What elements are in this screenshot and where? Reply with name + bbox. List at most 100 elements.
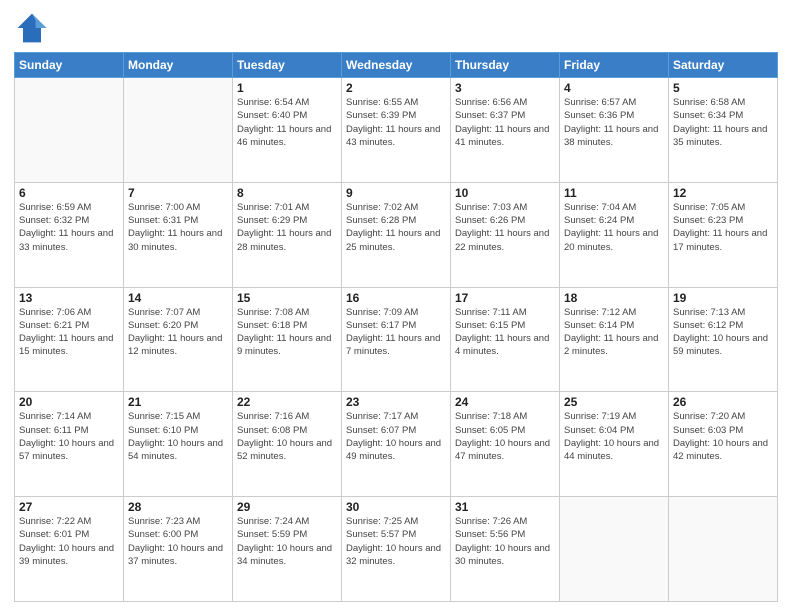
page: SundayMondayTuesdayWednesdayThursdayFrid… <box>0 0 792 612</box>
day-number: 8 <box>237 186 337 200</box>
day-number: 14 <box>128 291 228 305</box>
day-info: Sunrise: 7:00 AM Sunset: 6:31 PM Dayligh… <box>128 201 228 254</box>
calendar-week-row: 6Sunrise: 6:59 AM Sunset: 6:32 PM Daylig… <box>15 182 778 287</box>
calendar-day-cell: 4Sunrise: 6:57 AM Sunset: 6:36 PM Daylig… <box>560 78 669 183</box>
day-number: 13 <box>19 291 119 305</box>
calendar-day-header: Tuesday <box>233 53 342 78</box>
day-info: Sunrise: 7:23 AM Sunset: 6:00 PM Dayligh… <box>128 515 228 568</box>
day-number: 4 <box>564 81 664 95</box>
day-info: Sunrise: 7:04 AM Sunset: 6:24 PM Dayligh… <box>564 201 664 254</box>
day-number: 17 <box>455 291 555 305</box>
calendar-day-header: Sunday <box>15 53 124 78</box>
day-number: 9 <box>346 186 446 200</box>
calendar-day-cell: 16Sunrise: 7:09 AM Sunset: 6:17 PM Dayli… <box>342 287 451 392</box>
day-info: Sunrise: 7:07 AM Sunset: 6:20 PM Dayligh… <box>128 306 228 359</box>
calendar-day-cell: 5Sunrise: 6:58 AM Sunset: 6:34 PM Daylig… <box>669 78 778 183</box>
calendar-day-header: Wednesday <box>342 53 451 78</box>
calendar-day-header: Saturday <box>669 53 778 78</box>
calendar-week-row: 1Sunrise: 6:54 AM Sunset: 6:40 PM Daylig… <box>15 78 778 183</box>
day-number: 25 <box>564 395 664 409</box>
calendar-week-row: 13Sunrise: 7:06 AM Sunset: 6:21 PM Dayli… <box>15 287 778 392</box>
calendar-day-cell: 18Sunrise: 7:12 AM Sunset: 6:14 PM Dayli… <box>560 287 669 392</box>
day-info: Sunrise: 7:16 AM Sunset: 6:08 PM Dayligh… <box>237 410 337 463</box>
day-number: 16 <box>346 291 446 305</box>
day-number: 12 <box>673 186 773 200</box>
calendar-day-cell: 24Sunrise: 7:18 AM Sunset: 6:05 PM Dayli… <box>451 392 560 497</box>
day-number: 29 <box>237 500 337 514</box>
day-info: Sunrise: 6:57 AM Sunset: 6:36 PM Dayligh… <box>564 96 664 149</box>
day-info: Sunrise: 7:24 AM Sunset: 5:59 PM Dayligh… <box>237 515 337 568</box>
calendar-day-cell <box>15 78 124 183</box>
calendar-day-cell: 8Sunrise: 7:01 AM Sunset: 6:29 PM Daylig… <box>233 182 342 287</box>
day-info: Sunrise: 7:17 AM Sunset: 6:07 PM Dayligh… <box>346 410 446 463</box>
calendar-day-header: Friday <box>560 53 669 78</box>
day-number: 15 <box>237 291 337 305</box>
day-number: 5 <box>673 81 773 95</box>
calendar-day-cell: 9Sunrise: 7:02 AM Sunset: 6:28 PM Daylig… <box>342 182 451 287</box>
day-info: Sunrise: 6:58 AM Sunset: 6:34 PM Dayligh… <box>673 96 773 149</box>
logo-icon <box>14 10 50 46</box>
day-number: 1 <box>237 81 337 95</box>
calendar-day-cell: 17Sunrise: 7:11 AM Sunset: 6:15 PM Dayli… <box>451 287 560 392</box>
day-number: 31 <box>455 500 555 514</box>
day-number: 27 <box>19 500 119 514</box>
calendar-day-cell: 3Sunrise: 6:56 AM Sunset: 6:37 PM Daylig… <box>451 78 560 183</box>
calendar-day-cell: 27Sunrise: 7:22 AM Sunset: 6:01 PM Dayli… <box>15 497 124 602</box>
calendar-day-cell: 12Sunrise: 7:05 AM Sunset: 6:23 PM Dayli… <box>669 182 778 287</box>
day-info: Sunrise: 6:54 AM Sunset: 6:40 PM Dayligh… <box>237 96 337 149</box>
calendar-day-cell: 14Sunrise: 7:07 AM Sunset: 6:20 PM Dayli… <box>124 287 233 392</box>
day-number: 23 <box>346 395 446 409</box>
day-info: Sunrise: 7:05 AM Sunset: 6:23 PM Dayligh… <box>673 201 773 254</box>
day-info: Sunrise: 7:20 AM Sunset: 6:03 PM Dayligh… <box>673 410 773 463</box>
calendar-day-cell: 26Sunrise: 7:20 AM Sunset: 6:03 PM Dayli… <box>669 392 778 497</box>
day-number: 6 <box>19 186 119 200</box>
calendar-day-cell: 29Sunrise: 7:24 AM Sunset: 5:59 PM Dayli… <box>233 497 342 602</box>
calendar-day-cell: 2Sunrise: 6:55 AM Sunset: 6:39 PM Daylig… <box>342 78 451 183</box>
calendar-day-cell: 6Sunrise: 6:59 AM Sunset: 6:32 PM Daylig… <box>15 182 124 287</box>
day-info: Sunrise: 7:25 AM Sunset: 5:57 PM Dayligh… <box>346 515 446 568</box>
calendar-day-cell: 28Sunrise: 7:23 AM Sunset: 6:00 PM Dayli… <box>124 497 233 602</box>
calendar-day-cell: 30Sunrise: 7:25 AM Sunset: 5:57 PM Dayli… <box>342 497 451 602</box>
day-number: 10 <box>455 186 555 200</box>
day-info: Sunrise: 6:56 AM Sunset: 6:37 PM Dayligh… <box>455 96 555 149</box>
day-number: 11 <box>564 186 664 200</box>
day-info: Sunrise: 7:18 AM Sunset: 6:05 PM Dayligh… <box>455 410 555 463</box>
day-number: 3 <box>455 81 555 95</box>
day-info: Sunrise: 7:03 AM Sunset: 6:26 PM Dayligh… <box>455 201 555 254</box>
day-info: Sunrise: 7:12 AM Sunset: 6:14 PM Dayligh… <box>564 306 664 359</box>
calendar-day-cell: 25Sunrise: 7:19 AM Sunset: 6:04 PM Dayli… <box>560 392 669 497</box>
day-number: 24 <box>455 395 555 409</box>
calendar-day-cell <box>560 497 669 602</box>
day-info: Sunrise: 7:15 AM Sunset: 6:10 PM Dayligh… <box>128 410 228 463</box>
day-info: Sunrise: 7:14 AM Sunset: 6:11 PM Dayligh… <box>19 410 119 463</box>
day-info: Sunrise: 6:59 AM Sunset: 6:32 PM Dayligh… <box>19 201 119 254</box>
calendar-day-cell: 21Sunrise: 7:15 AM Sunset: 6:10 PM Dayli… <box>124 392 233 497</box>
calendar-day-header: Thursday <box>451 53 560 78</box>
day-number: 21 <box>128 395 228 409</box>
day-number: 18 <box>564 291 664 305</box>
calendar-day-cell: 11Sunrise: 7:04 AM Sunset: 6:24 PM Dayli… <box>560 182 669 287</box>
calendar-day-cell: 10Sunrise: 7:03 AM Sunset: 6:26 PM Dayli… <box>451 182 560 287</box>
day-info: Sunrise: 7:19 AM Sunset: 6:04 PM Dayligh… <box>564 410 664 463</box>
day-info: Sunrise: 7:11 AM Sunset: 6:15 PM Dayligh… <box>455 306 555 359</box>
day-number: 19 <box>673 291 773 305</box>
calendar-day-cell: 19Sunrise: 7:13 AM Sunset: 6:12 PM Dayli… <box>669 287 778 392</box>
calendar-day-cell <box>669 497 778 602</box>
day-info: Sunrise: 7:01 AM Sunset: 6:29 PM Dayligh… <box>237 201 337 254</box>
day-info: Sunrise: 7:02 AM Sunset: 6:28 PM Dayligh… <box>346 201 446 254</box>
calendar-day-cell: 31Sunrise: 7:26 AM Sunset: 5:56 PM Dayli… <box>451 497 560 602</box>
calendar-day-cell: 20Sunrise: 7:14 AM Sunset: 6:11 PM Dayli… <box>15 392 124 497</box>
calendar-day-cell: 7Sunrise: 7:00 AM Sunset: 6:31 PM Daylig… <box>124 182 233 287</box>
calendar-day-header: Monday <box>124 53 233 78</box>
day-number: 28 <box>128 500 228 514</box>
header <box>14 10 778 46</box>
day-number: 26 <box>673 395 773 409</box>
calendar-week-row: 20Sunrise: 7:14 AM Sunset: 6:11 PM Dayli… <box>15 392 778 497</box>
day-info: Sunrise: 7:13 AM Sunset: 6:12 PM Dayligh… <box>673 306 773 359</box>
day-number: 22 <box>237 395 337 409</box>
day-number: 30 <box>346 500 446 514</box>
calendar-day-cell <box>124 78 233 183</box>
day-info: Sunrise: 7:08 AM Sunset: 6:18 PM Dayligh… <box>237 306 337 359</box>
day-info: Sunrise: 7:22 AM Sunset: 6:01 PM Dayligh… <box>19 515 119 568</box>
day-info: Sunrise: 7:09 AM Sunset: 6:17 PM Dayligh… <box>346 306 446 359</box>
